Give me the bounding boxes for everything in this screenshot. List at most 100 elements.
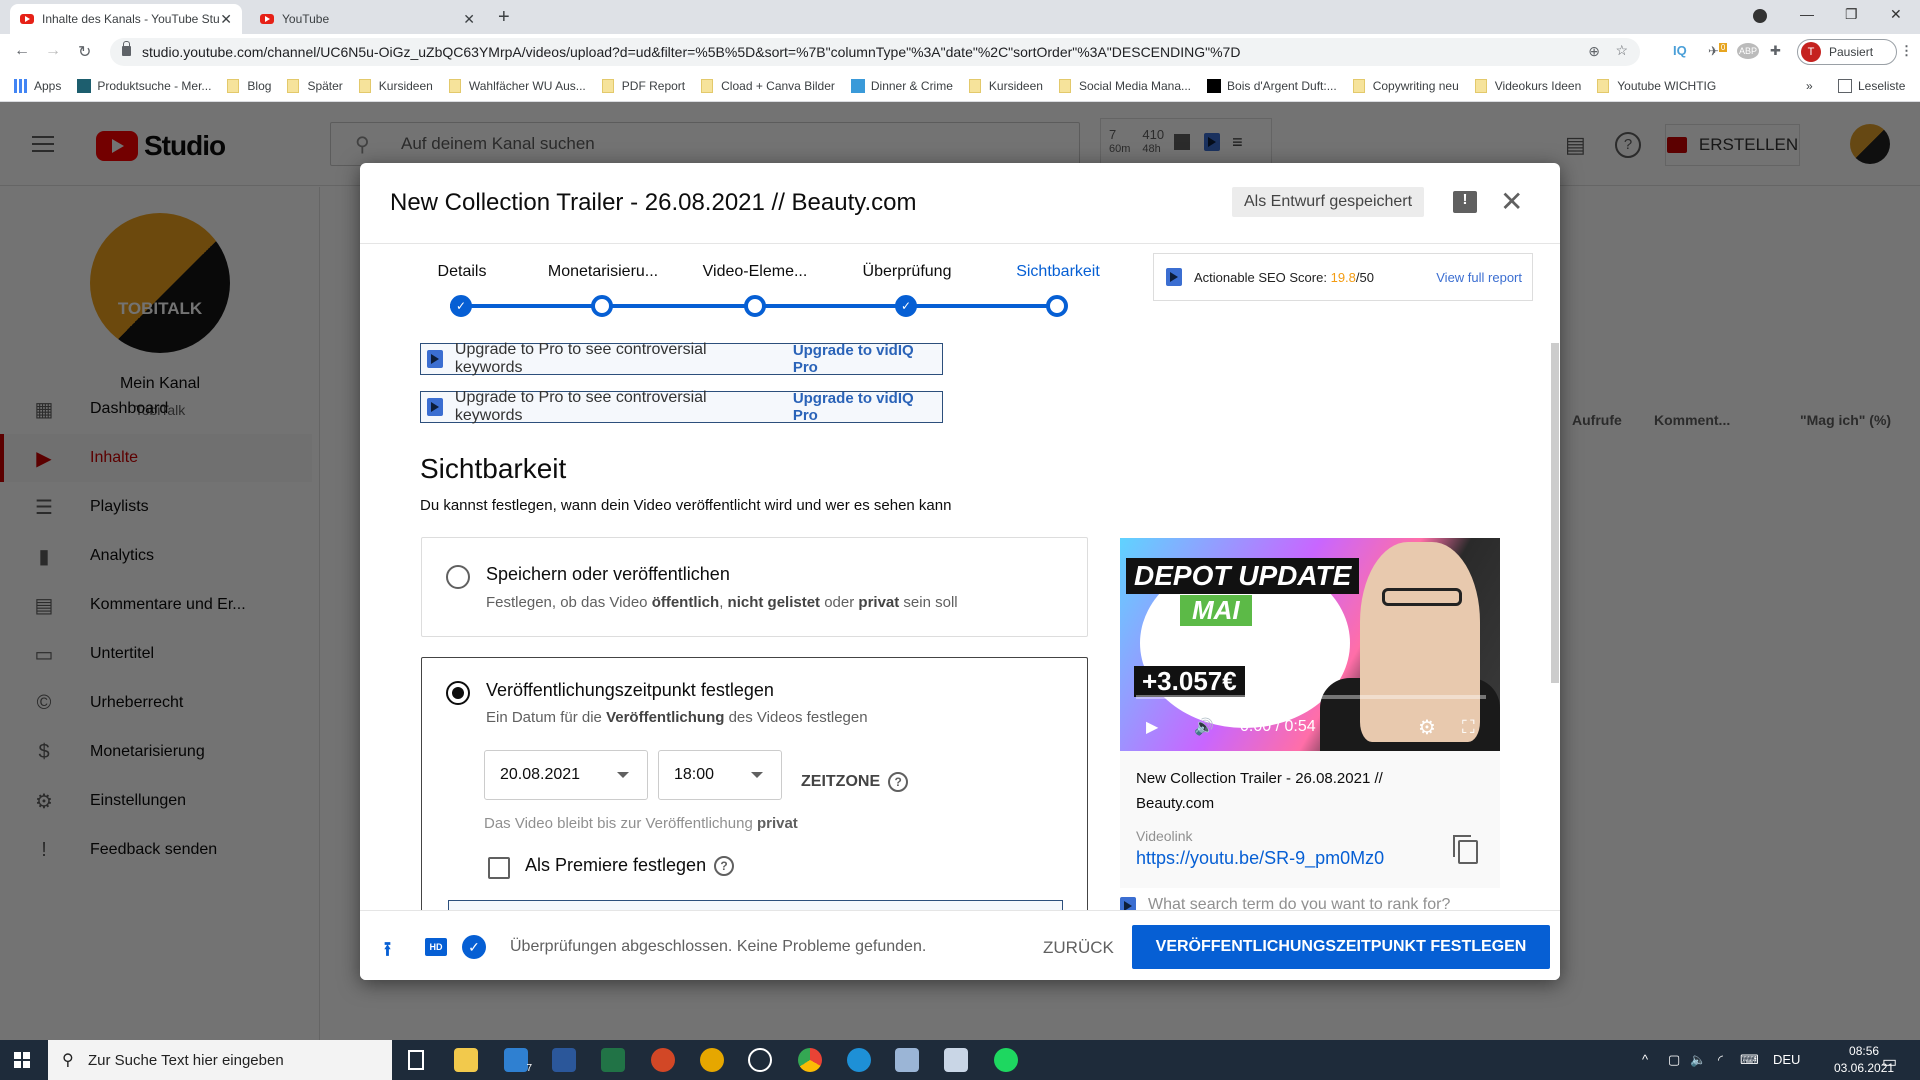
bookmark-apps[interactable]: Apps xyxy=(14,78,61,93)
bookmark-item[interactable]: Wahlfächer WU Aus... xyxy=(448,78,586,93)
bookmarks-bar: Apps Produktsuche - Mer... Blog Später K… xyxy=(0,70,1920,102)
reload-icon[interactable]: ↻ xyxy=(78,42,91,62)
powerpoint-icon[interactable] xyxy=(651,1048,675,1072)
media-control-icon[interactable] xyxy=(1753,9,1767,23)
back-icon[interactable]: ← xyxy=(14,42,30,60)
bookmark-item[interactable]: Social Media Mana... xyxy=(1058,78,1191,93)
bookmark-item[interactable]: Blog xyxy=(227,78,271,93)
bookmark-item[interactable]: Youtube WICHTIG xyxy=(1597,78,1716,93)
close-icon[interactable]: ✕ xyxy=(1500,185,1523,218)
bookmark-item[interactable]: Dinner & Crime xyxy=(850,78,953,93)
close-tab-icon[interactable]: ✕ xyxy=(463,11,475,28)
extensions-puzzle-icon[interactable]: ✚ xyxy=(1770,43,1781,59)
minimize-button[interactable]: — xyxy=(1800,6,1814,22)
step-details[interactable]: Details xyxy=(387,263,537,281)
obs-icon[interactable] xyxy=(748,1048,772,1072)
menu-kebab-icon[interactable]: ⋮ xyxy=(1900,43,1913,59)
zoom-icon[interactable]: ⊕ xyxy=(1588,43,1600,60)
forward-icon[interactable]: → xyxy=(45,42,61,60)
bookmark-item[interactable]: Bois d'Argent Duft:... xyxy=(1207,78,1337,93)
option-description: Festlegen, ob das Video öffentlich, nich… xyxy=(486,594,958,611)
bookmark-item[interactable]: Cload + Canva Bilder xyxy=(701,78,835,93)
task-view-icon[interactable] xyxy=(408,1050,424,1070)
bookmark-item[interactable]: Copywriting neu xyxy=(1352,78,1459,93)
step-done-check-icon[interactable]: ✓ xyxy=(450,295,472,317)
step-checks[interactable]: Überprüfung xyxy=(832,263,982,281)
tab-youtube[interactable]: YouTube ✕ xyxy=(250,4,485,34)
step-video-elements[interactable]: Video-Eleme... xyxy=(680,263,830,281)
help-icon[interactable]: ? xyxy=(714,856,735,877)
time-dropdown[interactable]: 18:00 xyxy=(658,750,782,800)
adblock-icon[interactable]: ABP xyxy=(1737,43,1760,59)
app-icon[interactable] xyxy=(944,1048,968,1072)
save-or-publish-radio[interactable] xyxy=(446,565,470,589)
file-explorer-icon[interactable] xyxy=(454,1048,478,1072)
schedule-publish-button[interactable]: VERÖFFENTLICHUNGSZEITPUNKT FESTLEGEN xyxy=(1132,925,1550,969)
bookmark-item[interactable]: Produktsuche - Mer... xyxy=(77,78,211,93)
bookmark-item[interactable]: Kursideen xyxy=(968,78,1043,93)
restore-button[interactable]: ❐ xyxy=(1845,6,1858,23)
video-progress-bar[interactable] xyxy=(1136,695,1486,699)
settings-gear-icon[interactable]: ⚙ xyxy=(1418,715,1436,740)
step-open-dot[interactable] xyxy=(744,295,766,317)
close-window-button[interactable]: ✕ xyxy=(1890,6,1902,23)
step-visibility[interactable]: Sichtbarkeit xyxy=(983,263,1133,281)
timezone-button[interactable]: ZEITZONE? xyxy=(801,772,909,792)
premiere-checkbox[interactable] xyxy=(488,857,510,879)
app-icon[interactable] xyxy=(700,1048,724,1072)
bookmark-item[interactable]: Videokurs Ideen xyxy=(1474,78,1581,93)
save-or-publish-option[interactable]: Speichern oder veröffentlichen Festlegen… xyxy=(421,537,1088,637)
view-full-report-link[interactable]: View full report xyxy=(1436,270,1522,285)
step-current-dot[interactable] xyxy=(1046,295,1068,317)
dialog-scrollbar[interactable] xyxy=(1551,343,1559,683)
volume-icon[interactable]: 🔊 xyxy=(1194,717,1214,737)
copy-icon[interactable] xyxy=(1453,835,1478,864)
windows-start-icon[interactable] xyxy=(14,1052,30,1068)
step-open-dot[interactable] xyxy=(591,295,613,317)
help-icon[interactable]: ? xyxy=(888,772,909,792)
edge-icon[interactable] xyxy=(847,1048,871,1072)
word-icon[interactable] xyxy=(552,1048,576,1072)
bookmarks-overflow-button[interactable]: » xyxy=(1806,79,1813,93)
bookmark-star-icon[interactable]: ☆ xyxy=(1615,42,1628,59)
volume-icon[interactable]: 🔈 xyxy=(1690,1052,1706,1068)
mail-icon[interactable]: 7 xyxy=(504,1048,532,1074)
schedule-radio[interactable] xyxy=(446,681,470,705)
app-icon[interactable] xyxy=(895,1048,919,1072)
fullscreen-icon[interactable]: ⛶ xyxy=(1462,717,1475,738)
step-monetization[interactable]: Monetarisieru... xyxy=(528,263,678,281)
taskbar-search-input[interactable]: ⚲ Zur Suche Text hier eingeben xyxy=(48,1040,392,1080)
bookmark-item[interactable]: PDF Report xyxy=(601,78,685,93)
feedback-icon[interactable]: ! xyxy=(1453,191,1477,213)
dialog-title: New Collection Trailer - 26.08.2021 // B… xyxy=(390,189,917,216)
profile-button[interactable]: T Pausiert xyxy=(1797,39,1897,65)
excel-icon[interactable] xyxy=(601,1048,625,1072)
video-player[interactable]: DEPOT UPDATE MAI +3.057€ ▶ 🔊 0:00 / 0:54… xyxy=(1120,538,1500,751)
date-dropdown[interactable]: 20.08.2021 xyxy=(484,750,648,800)
tab-studio[interactable]: Inhalte des Kanals - YouTube Stu ✕ xyxy=(10,4,242,34)
language-indicator[interactable]: DEU xyxy=(1773,1052,1800,1067)
vidiq-extension-icon[interactable]: IQ xyxy=(1673,43,1687,58)
notifications-icon[interactable]: ▭ xyxy=(1882,1052,1897,1072)
premiere-label[interactable]: Als Premiere festlegen? xyxy=(525,855,735,877)
bookmark-item[interactable]: Kursideen xyxy=(358,78,433,93)
new-tab-button[interactable]: + xyxy=(498,6,510,29)
extension-badge-icon[interactable]: ✈ 0 xyxy=(1708,43,1728,59)
url-input[interactable]: studio.youtube.com/channel/UC6N5u-OiGz_u… xyxy=(110,38,1640,66)
reading-list-button[interactable]: Leseliste xyxy=(1838,78,1905,93)
spotify-icon[interactable] xyxy=(994,1048,1018,1072)
camera-icon[interactable]: ▢ xyxy=(1668,1052,1680,1068)
keyboard-icon[interactable]: ⌨ xyxy=(1740,1052,1759,1068)
chrome-icon[interactable] xyxy=(798,1048,822,1072)
vidiq-icon xyxy=(1166,268,1182,286)
wifi-icon[interactable]: ◜ xyxy=(1718,1052,1723,1068)
bookmark-item[interactable]: Später xyxy=(287,78,343,93)
back-button[interactable]: ZURÜCK xyxy=(1043,938,1114,958)
video-link[interactable]: https://youtu.be/SR-9_pm0Mz0 xyxy=(1136,848,1384,869)
step-done-check-icon[interactable]: ✓ xyxy=(895,295,917,317)
upgrade-link[interactable]: Upgrade to vidIQ Pro xyxy=(793,342,942,376)
tray-overflow-icon[interactable]: ^ xyxy=(1642,1052,1648,1067)
upgrade-link[interactable]: Upgrade to vidIQ Pro xyxy=(793,390,942,424)
close-tab-icon[interactable]: ✕ xyxy=(220,11,232,28)
play-icon[interactable]: ▶ xyxy=(1146,717,1158,737)
